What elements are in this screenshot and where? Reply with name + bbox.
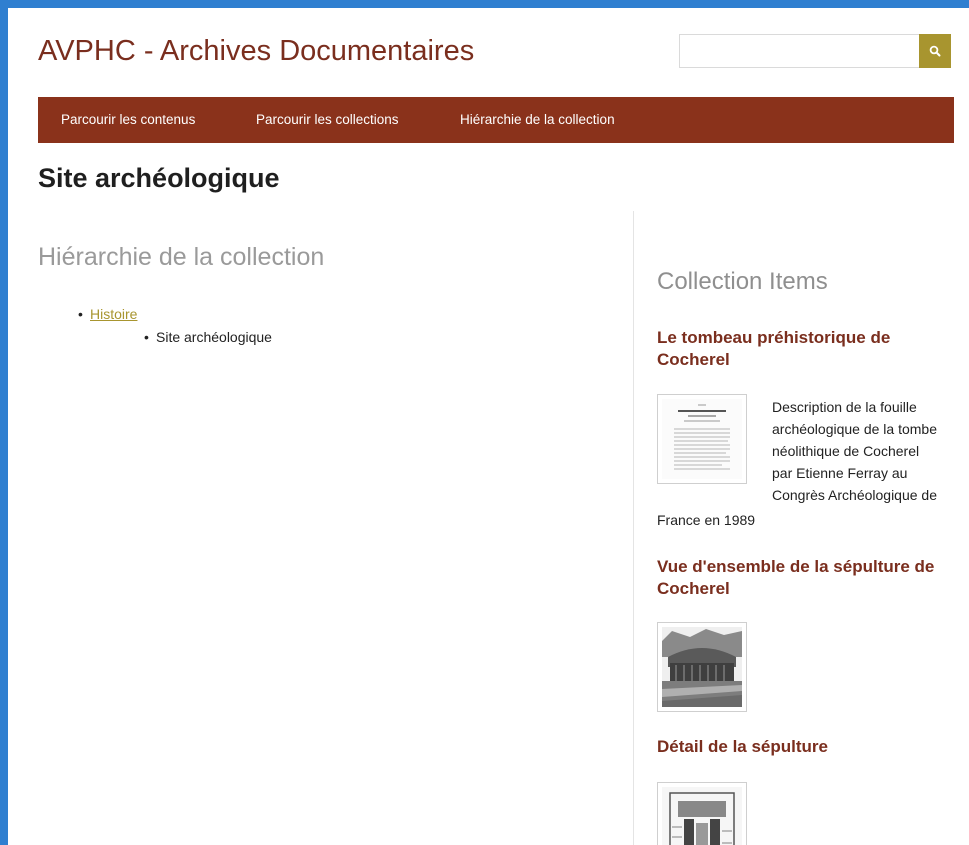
item-title-vue-ensemble[interactable]: Vue d'ensemble de la sépulture de Cocher… <box>657 556 957 600</box>
item-title-detail-sepulture[interactable]: Détail de la sépulture <box>657 736 957 758</box>
description-line: archéologique de la tombe <box>772 421 938 437</box>
search-icon <box>929 45 941 57</box>
hierarchy-heading: Hiérarchie de la collection <box>38 243 325 271</box>
nav-browse-collections[interactable]: Parcourir les collections <box>256 97 399 143</box>
tree-item-parent: • Histoire <box>78 306 137 322</box>
collection-items-heading: Collection Items <box>657 268 828 295</box>
item-thumbnail-tombeau[interactable] <box>657 394 747 484</box>
page-title: Site archéologique <box>38 163 280 193</box>
item-thumbnail-detail-sepulture[interactable] <box>657 782 747 845</box>
item-thumbnail-vue-ensemble[interactable] <box>657 622 747 712</box>
site-title[interactable]: AVPHC - Archives Documentaires <box>38 35 474 68</box>
engraving-thumbnail-icon <box>662 627 742 707</box>
description-line: par Etienne Ferray au <box>772 465 908 481</box>
page: AVPHC - Archives Documentaires Parcourir… <box>8 8 969 845</box>
column-divider <box>633 211 634 845</box>
drawing-thumbnail-icon <box>662 787 742 845</box>
description-line: France en 1989 <box>657 512 756 528</box>
description-line: Congrès Archéologique de <box>772 487 938 503</box>
nav-collection-hierarchy[interactable]: Hiérarchie de la collection <box>460 97 615 143</box>
bullet-icon: • <box>144 329 149 345</box>
search-button[interactable] <box>919 34 951 68</box>
main-nav: Parcourir les contenus Parcourir les col… <box>38 97 954 143</box>
description-line: néolithique de Cocherel <box>772 443 920 459</box>
bullet-icon: • <box>78 306 83 322</box>
tree-label-current: Site archéologique <box>156 329 272 345</box>
item-title-tombeau[interactable]: Le tombeau préhistorique de Cocherel <box>657 327 957 371</box>
document-thumbnail-icon <box>662 399 742 479</box>
tree-item-current: • Site archéologique <box>144 329 272 345</box>
tree-link-histoire[interactable]: Histoire <box>90 306 137 322</box>
nav-browse-items[interactable]: Parcourir les contenus <box>61 97 195 143</box>
description-line: Description de la fouille <box>772 399 917 415</box>
search-input[interactable] <box>679 34 919 68</box>
